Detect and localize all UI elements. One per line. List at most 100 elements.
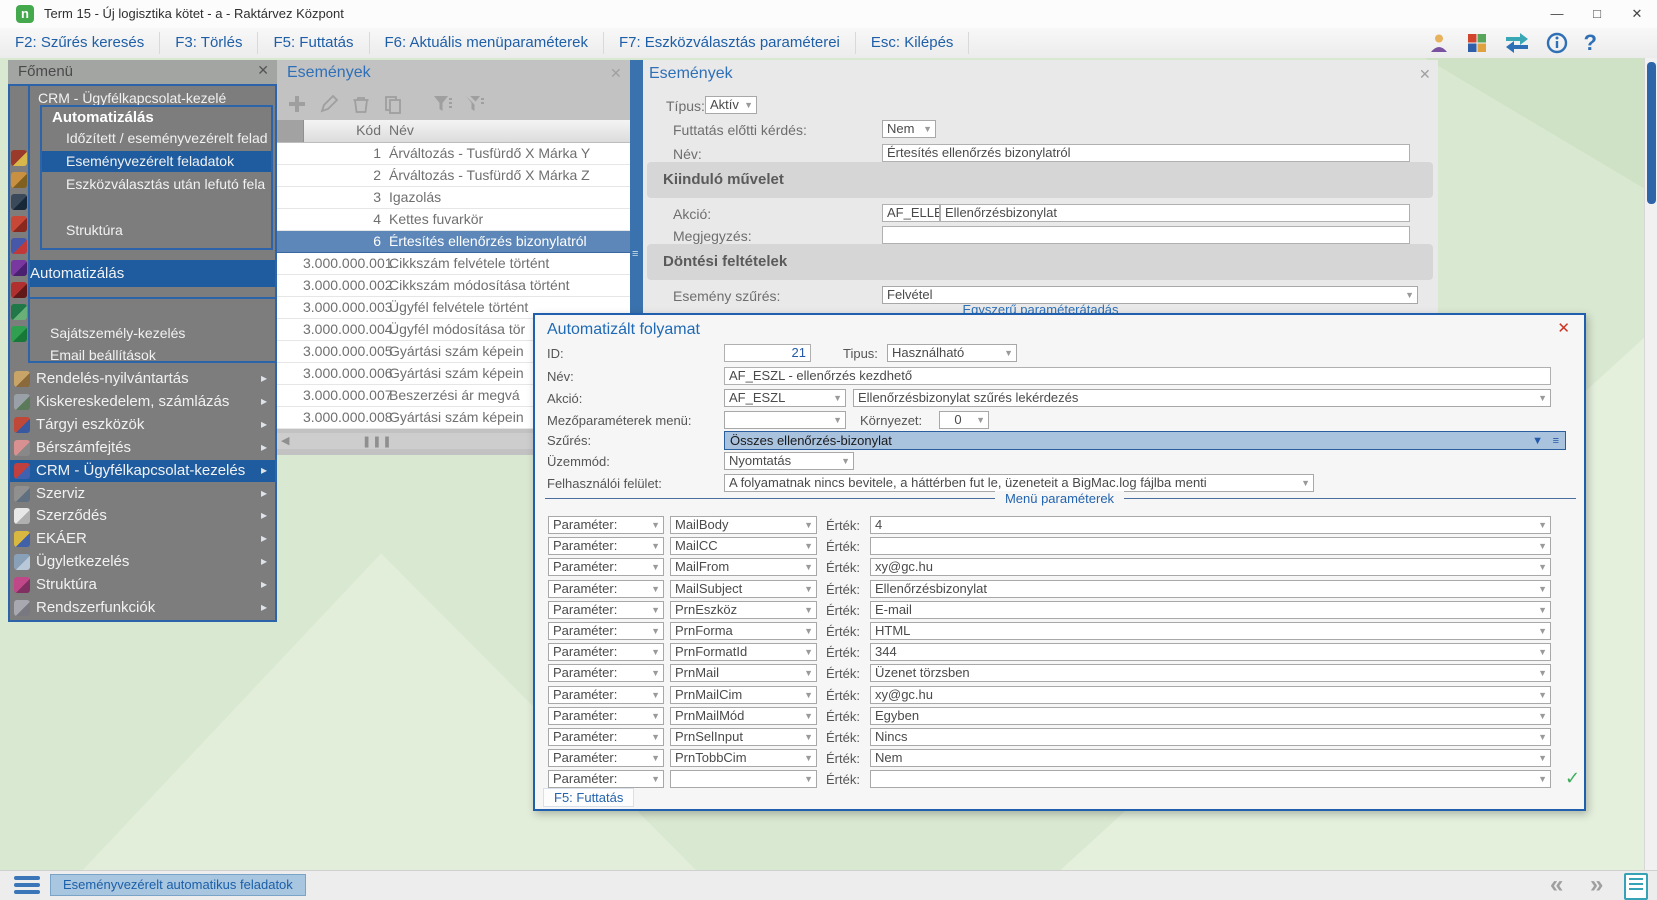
- sidebar-item--gyletkezel-s[interactable]: Ügyletkezelés▸: [10, 551, 275, 573]
- copy-icon[interactable]: [383, 94, 403, 114]
- menubar-item[interactable]: F6: Aktuális menüparaméterek: [370, 32, 604, 54]
- nev-input[interactable]: Értesítés ellenőrzés bizonylatról: [882, 144, 1410, 162]
- menubar-item[interactable]: F7: Eszközválasztás paraméterei: [604, 32, 856, 54]
- szures-field[interactable]: Összes ellenőrzés-bizonylat ▼ ≡: [724, 431, 1566, 450]
- info-icon[interactable]: [1546, 32, 1568, 54]
- mezoparam-select[interactable]: ▼: [724, 411, 846, 429]
- param-name-select[interactable]: MailFrom▼: [670, 558, 817, 576]
- scrollbar-grip[interactable]: ❚❚❚: [362, 435, 393, 448]
- param-value-select[interactable]: ▼: [870, 537, 1551, 555]
- param-value-select[interactable]: HTML▼: [870, 622, 1551, 640]
- add-icon[interactable]: [287, 94, 307, 114]
- menu-item[interactable]: [42, 197, 271, 218]
- param-name-select[interactable]: PrnEszköz▼: [670, 601, 817, 619]
- help-icon[interactable]: ?: [1584, 30, 1597, 56]
- dlg-tipus-select[interactable]: Használható ▼: [887, 344, 1017, 362]
- param-value-select[interactable]: E-mail▼: [870, 601, 1551, 619]
- sidebar-item-ek-er[interactable]: EKÁER▸: [10, 528, 275, 550]
- filter-icon[interactable]: [432, 94, 454, 114]
- param-name-select[interactable]: MailBody▼: [670, 516, 817, 534]
- menu-item[interactable]: Sajátszemély-kezelés: [50, 323, 275, 344]
- menu-item-automatizalas[interactable]: Automatizálás: [30, 260, 275, 287]
- param-type-select[interactable]: Paraméter:▼: [548, 580, 664, 598]
- sidebar-item-crm-gyf-lkapcsolat-kezel-s[interactable]: CRM - Ügyfélkapcsolat-kezelés▸: [10, 460, 275, 482]
- table-row[interactable]: 2Árváltozás - Tusfürdő X Márka Z: [277, 165, 630, 187]
- table-row[interactable]: 4Kettes fuvarkör: [277, 209, 630, 231]
- close-icon[interactable]: ✕: [257, 62, 269, 79]
- close-icon[interactable]: ✕: [610, 65, 622, 82]
- transfer-arrows-icon[interactable]: [1504, 32, 1530, 54]
- maximize-button[interactable]: □: [1577, 0, 1617, 28]
- dlg-nev-input[interactable]: AF_ESZL - ellenőrzés kezdhető: [724, 367, 1551, 385]
- param-type-select[interactable]: Paraméter:▼: [548, 770, 664, 788]
- dialog-close-icon[interactable]: ✕: [1557, 319, 1570, 337]
- menubar-item[interactable]: F2: Szűrés keresés: [0, 32, 160, 54]
- param-type-select[interactable]: Paraméter:▼: [548, 622, 664, 640]
- chevron-down-icon[interactable]: ▼: [1532, 433, 1543, 450]
- filter-clear-icon[interactable]: [464, 94, 486, 114]
- param-name-select[interactable]: PrnFormatId▼: [670, 643, 817, 661]
- param-name-select[interactable]: PrnTobbCim▼: [670, 749, 817, 767]
- table-row[interactable]: 3Igazolás: [277, 187, 630, 209]
- id-input[interactable]: 21: [724, 344, 811, 362]
- table-row[interactable]: 1Árváltozás - Tusfürdő X Márka Y: [277, 143, 630, 165]
- list-icon[interactable]: ≡: [1553, 433, 1559, 450]
- scroll-left-icon[interactable]: ◀: [281, 434, 289, 447]
- user-icon[interactable]: [1428, 32, 1450, 54]
- param-type-select[interactable]: Paraméter:▼: [548, 686, 664, 704]
- f5-run-button[interactable]: F5: Futtatás: [543, 788, 634, 807]
- akcio-code-input[interactable]: AF_ELLB: [882, 204, 940, 222]
- statusbar-active-tab[interactable]: Eseményvezérelt automatikus feladatok: [50, 874, 306, 896]
- document-list-icon[interactable]: [1624, 873, 1648, 900]
- sidebar-item-szerz-d-s[interactable]: Szerződés▸: [10, 505, 275, 527]
- menu-hamburger-icon[interactable]: [14, 876, 40, 894]
- param-value-select[interactable]: xy@gc.hu▼: [870, 558, 1551, 576]
- param-name-select[interactable]: MailSubject▼: [670, 580, 817, 598]
- delete-icon[interactable]: [351, 94, 371, 114]
- param-type-select[interactable]: Paraméter:▼: [548, 601, 664, 619]
- param-type-select[interactable]: Paraméter:▼: [548, 643, 664, 661]
- table-row[interactable]: 6Értesítés ellenőrzés bizonylatról: [277, 231, 630, 253]
- param-value-select[interactable]: Ellenőrzésbizonylat▼: [870, 580, 1551, 598]
- param-name-select[interactable]: MailCC▼: [670, 537, 817, 555]
- kornyezet-select[interactable]: 0 ▼: [939, 411, 989, 429]
- menu-item[interactable]: Struktúra: [42, 220, 271, 241]
- apps-grid-icon[interactable]: [1466, 32, 1488, 54]
- dlg-akcio-code-select[interactable]: AF_ESZL ▼: [724, 389, 846, 407]
- param-type-select[interactable]: Paraméter:▼: [548, 516, 664, 534]
- param-value-select[interactable]: 4▼: [870, 516, 1551, 534]
- close-button[interactable]: ✕: [1617, 0, 1657, 28]
- param-value-select[interactable]: Üzenet törzsben▼: [870, 664, 1551, 682]
- scrollbar-thumb[interactable]: [1647, 62, 1656, 204]
- felhasznaloi-select[interactable]: A folyamatnak nincs bevitele, a háttérbe…: [724, 474, 1314, 492]
- menu-item[interactable]: Eszközválasztás után lefutó fela: [42, 174, 271, 195]
- param-type-select[interactable]: Paraméter:▼: [548, 707, 664, 725]
- akcio-name-input[interactable]: Ellenőrzésbizonylat: [940, 204, 1410, 222]
- sidebar-item-szerviz[interactable]: Szerviz▸: [10, 483, 275, 505]
- sidebar-item-strukt-ra[interactable]: Struktúra▸: [10, 574, 275, 596]
- param-value-select[interactable]: xy@gc.hu▼: [870, 686, 1551, 704]
- menu-item[interactable]: Email beállítások: [50, 345, 275, 366]
- menu-item[interactable]: Időzített / eseményvezérelt felad: [42, 128, 271, 149]
- sidebar-item-rendel-s-nyilv-ntart-s[interactable]: Rendelés-nyilvántartás▸: [10, 368, 275, 390]
- prev-page-icon[interactable]: «: [1550, 871, 1563, 899]
- param-value-select[interactable]: Nincs▼: [870, 728, 1551, 746]
- edit-icon[interactable]: [319, 94, 339, 114]
- column-header-kod[interactable]: Kód: [303, 122, 381, 138]
- menubar-item[interactable]: F3: Törlés: [160, 32, 258, 54]
- sidebar-item-rendszerfunkci-k[interactable]: Rendszerfunkciók▸: [10, 597, 275, 619]
- param-type-select[interactable]: Paraméter:▼: [548, 558, 664, 576]
- param-type-select[interactable]: Paraméter:▼: [548, 728, 664, 746]
- param-value-select[interactable]: Egyben▼: [870, 707, 1551, 725]
- minimize-button[interactable]: —: [1537, 0, 1577, 28]
- tipus-select[interactable]: Aktív ▼: [705, 96, 757, 114]
- menubar-item[interactable]: F5: Futtatás: [258, 32, 369, 54]
- confirm-check-icon[interactable]: ✓: [1565, 768, 1580, 789]
- param-value-select[interactable]: Nem▼: [870, 749, 1551, 767]
- param-type-select[interactable]: Paraméter:▼: [548, 749, 664, 767]
- param-value-select[interactable]: 344▼: [870, 643, 1551, 661]
- menubar-item[interactable]: Esc: Kilépés: [856, 32, 970, 54]
- sidebar-item-b-rsz-mfejt-s[interactable]: Bérszámfejtés▸: [10, 437, 275, 459]
- param-value-select[interactable]: ▼: [870, 770, 1551, 788]
- close-icon[interactable]: ✕: [1419, 66, 1431, 83]
